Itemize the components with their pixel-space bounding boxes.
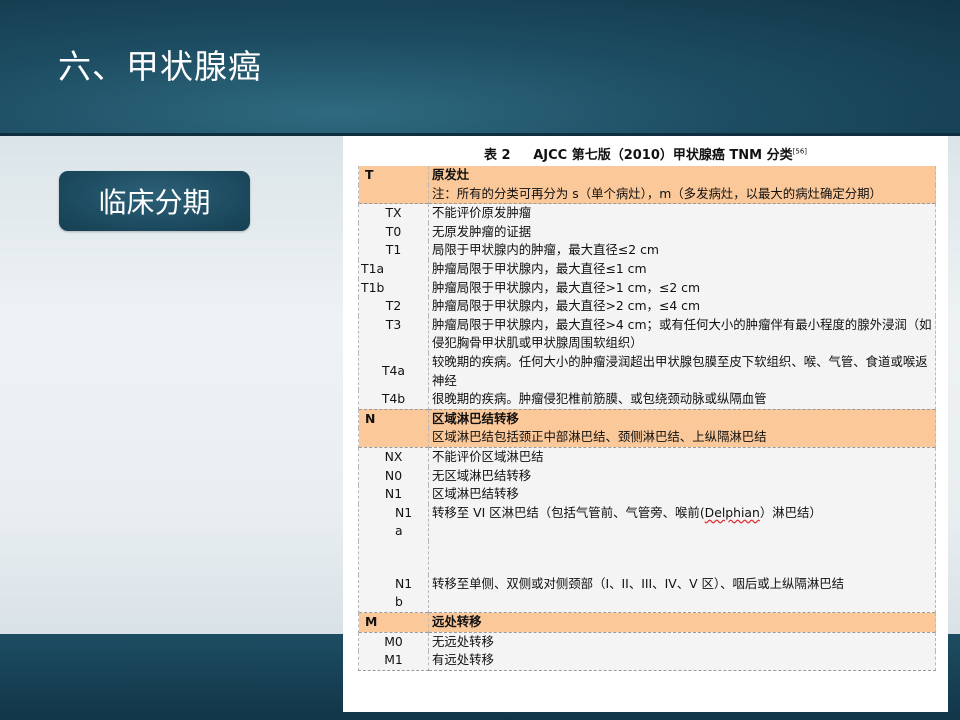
row-code: N1 xyxy=(358,485,429,504)
n-code: N xyxy=(358,408,429,429)
table-row: N0 无区域淋巴结转移 xyxy=(358,466,936,486)
table-row: T3 肿瘤局限于甲状腺内，最大直径>4 cm；或有任何大小的肿瘤伴有最小程度的腺… xyxy=(358,315,936,353)
row-code: M1 xyxy=(358,651,429,671)
row-code: M0 xyxy=(358,631,429,652)
row-code: NX xyxy=(358,446,429,467)
table-row-spacer xyxy=(358,540,936,575)
table-row: T4a 较晚期的疾病。任何大小的肿瘤浸润超出甲状腺包膜至皮下软组织、喉、气管、食… xyxy=(358,352,936,391)
n1a-desc-word: Delphian xyxy=(704,504,760,520)
table-caption-ref: [56] xyxy=(792,147,808,156)
m-code: M xyxy=(358,612,429,633)
row-code: T1 xyxy=(358,241,429,260)
row-desc: 肿瘤局限于甲状腺内，最大直径>4 cm；或有任何大小的肿瘤伴有最小程度的腺外浸润… xyxy=(428,315,936,353)
row-code: N1 a xyxy=(358,503,429,541)
row-desc: 局限于甲状腺内的肿瘤，最大直径≤2 cm xyxy=(428,241,936,260)
row-code: T4b xyxy=(358,390,429,410)
n-title: 区域淋巴结转移 xyxy=(428,408,936,429)
tnm-table-panel: 表 2 AJCC 第七版（2010）甲状腺癌 TNM 分类[56] T 原发灶 … xyxy=(343,136,948,712)
row-desc: 转移至单侧、双侧或对侧颈部（I、II、III、IV、V 区）、咽后或上纵隔淋巴结 xyxy=(428,574,936,613)
n1b-code-line2: b xyxy=(395,594,403,610)
table-row: T1b 肿瘤局限于甲状腺内，最大直径>1 cm，≤2 cm xyxy=(358,278,936,298)
table-row-n-header: N 区域淋巴结转移 xyxy=(358,408,936,429)
row-code: N1 b xyxy=(358,574,429,613)
row-desc: 无远处转移 xyxy=(428,631,936,652)
table-row: T4b 很晚期的疾病。肿瘤侵犯椎前筋膜、或包绕颈动脉或纵隔血管 xyxy=(358,390,936,410)
table-row: T2 肿瘤局限于甲状腺内，最大直径>2 cm，≤4 cm xyxy=(358,297,936,316)
row-desc: 肿瘤局限于甲状腺内，最大直径≤1 cm xyxy=(428,259,936,279)
table-row: T1a 肿瘤局限于甲状腺内，最大直径≤1 cm xyxy=(358,259,936,279)
row-desc: 肿瘤局限于甲状腺内，最大直径>2 cm，≤4 cm xyxy=(428,297,936,316)
row-desc: 区域淋巴结转移 xyxy=(428,485,936,504)
row-code: TX xyxy=(358,203,429,223)
table-row: N1 区域淋巴结转移 xyxy=(358,485,936,504)
row-code: T3 xyxy=(358,315,429,353)
t-title: 原发灶 xyxy=(428,166,936,185)
table-row-m-header: M 远处转移 xyxy=(358,612,936,633)
row-code: N0 xyxy=(358,466,429,486)
section-button-clinical-staging[interactable]: 临床分期 xyxy=(59,171,250,231)
n1a-code-line1: N1 xyxy=(395,504,413,520)
table-row-n-note: 区域淋巴结包括颈正中部淋巴结、颈侧淋巴结、上纵隔淋巴结 xyxy=(358,428,936,448)
t-code: T xyxy=(358,166,429,185)
tnm-table: T 原发灶 注：所有的分类可再分为 s（单个病灶），m（多发病灶，以最大的病灶确… xyxy=(358,166,936,671)
n-note: 区域淋巴结包括颈正中部淋巴结、颈侧淋巴结、上纵隔淋巴结 xyxy=(428,428,936,448)
row-code: T2 xyxy=(358,297,429,316)
row-desc: 转移至 VI 区淋巴结（包括气管前、气管旁、喉前(Delphian）淋巴结） xyxy=(428,503,936,541)
row-code: T0 xyxy=(358,222,429,242)
n1b-code-line1: N1 xyxy=(395,575,413,591)
table-row-n1a: N1 a 转移至 VI 区淋巴结（包括气管前、气管旁、喉前(Delphian）淋巴… xyxy=(358,503,936,541)
n1a-desc-before: 转移至 VI 区淋巴结（包括气管前、气管旁、喉前( xyxy=(432,504,705,520)
table-caption: 表 2 AJCC 第七版（2010）甲状腺癌 TNM 分类[56] xyxy=(343,144,948,163)
row-desc: 较晚期的疾病。任何大小的肿瘤浸润超出甲状腺包膜至皮下软组织、喉、气管、食道或喉返… xyxy=(428,352,936,391)
slide-title: 六、甲状腺癌 xyxy=(58,47,262,86)
row-desc: 不能评价原发肿瘤 xyxy=(428,203,936,223)
n1a-desc-after: ）淋巴结） xyxy=(759,504,822,520)
row-code: T1a xyxy=(358,259,429,279)
row-code: T1b xyxy=(358,278,429,298)
table-caption-prefix: 表 2 xyxy=(483,148,511,163)
table-row: T0 无原发肿瘤的证据 xyxy=(358,222,936,242)
row-desc: 有远处转移 xyxy=(428,651,936,671)
table-row-t-note: 注：所有的分类可再分为 s（单个病灶），m（多发病灶，以最大的病灶确定分期） xyxy=(358,184,936,204)
m-title: 远处转移 xyxy=(428,612,936,633)
table-caption-title: AJCC 第七版（2010）甲状腺癌 TNM 分类 xyxy=(533,148,793,163)
table-row: T1 局限于甲状腺内的肿瘤，最大直径≤2 cm xyxy=(358,241,936,260)
table-row-t-header: T 原发灶 xyxy=(358,166,936,185)
row-desc: 肿瘤局限于甲状腺内，最大直径>1 cm，≤2 cm xyxy=(428,278,936,298)
table-row: M1 有远处转移 xyxy=(358,651,936,671)
row-desc: 很晚期的疾病。肿瘤侵犯椎前筋膜、或包绕颈动脉或纵隔血管 xyxy=(428,390,936,410)
row-code: T4a xyxy=(358,352,429,391)
row-desc: 不能评价区域淋巴结 xyxy=(428,446,936,467)
t-note: 注：所有的分类可再分为 s（单个病灶），m（多发病灶，以最大的病灶确定分期） xyxy=(428,184,936,204)
row-desc: 无区域淋巴结转移 xyxy=(428,466,936,486)
table-row: NX 不能评价区域淋巴结 xyxy=(358,446,936,467)
row-desc: 无原发肿瘤的证据 xyxy=(428,222,936,242)
table-row-n1b: N1 b 转移至单侧、双侧或对侧颈部（I、II、III、IV、V 区）、咽后或上纵… xyxy=(358,574,936,613)
table-row: M0 无远处转移 xyxy=(358,631,936,652)
table-row: TX 不能评价原发肿瘤 xyxy=(358,203,936,223)
n1a-code-line2: a xyxy=(395,523,403,539)
